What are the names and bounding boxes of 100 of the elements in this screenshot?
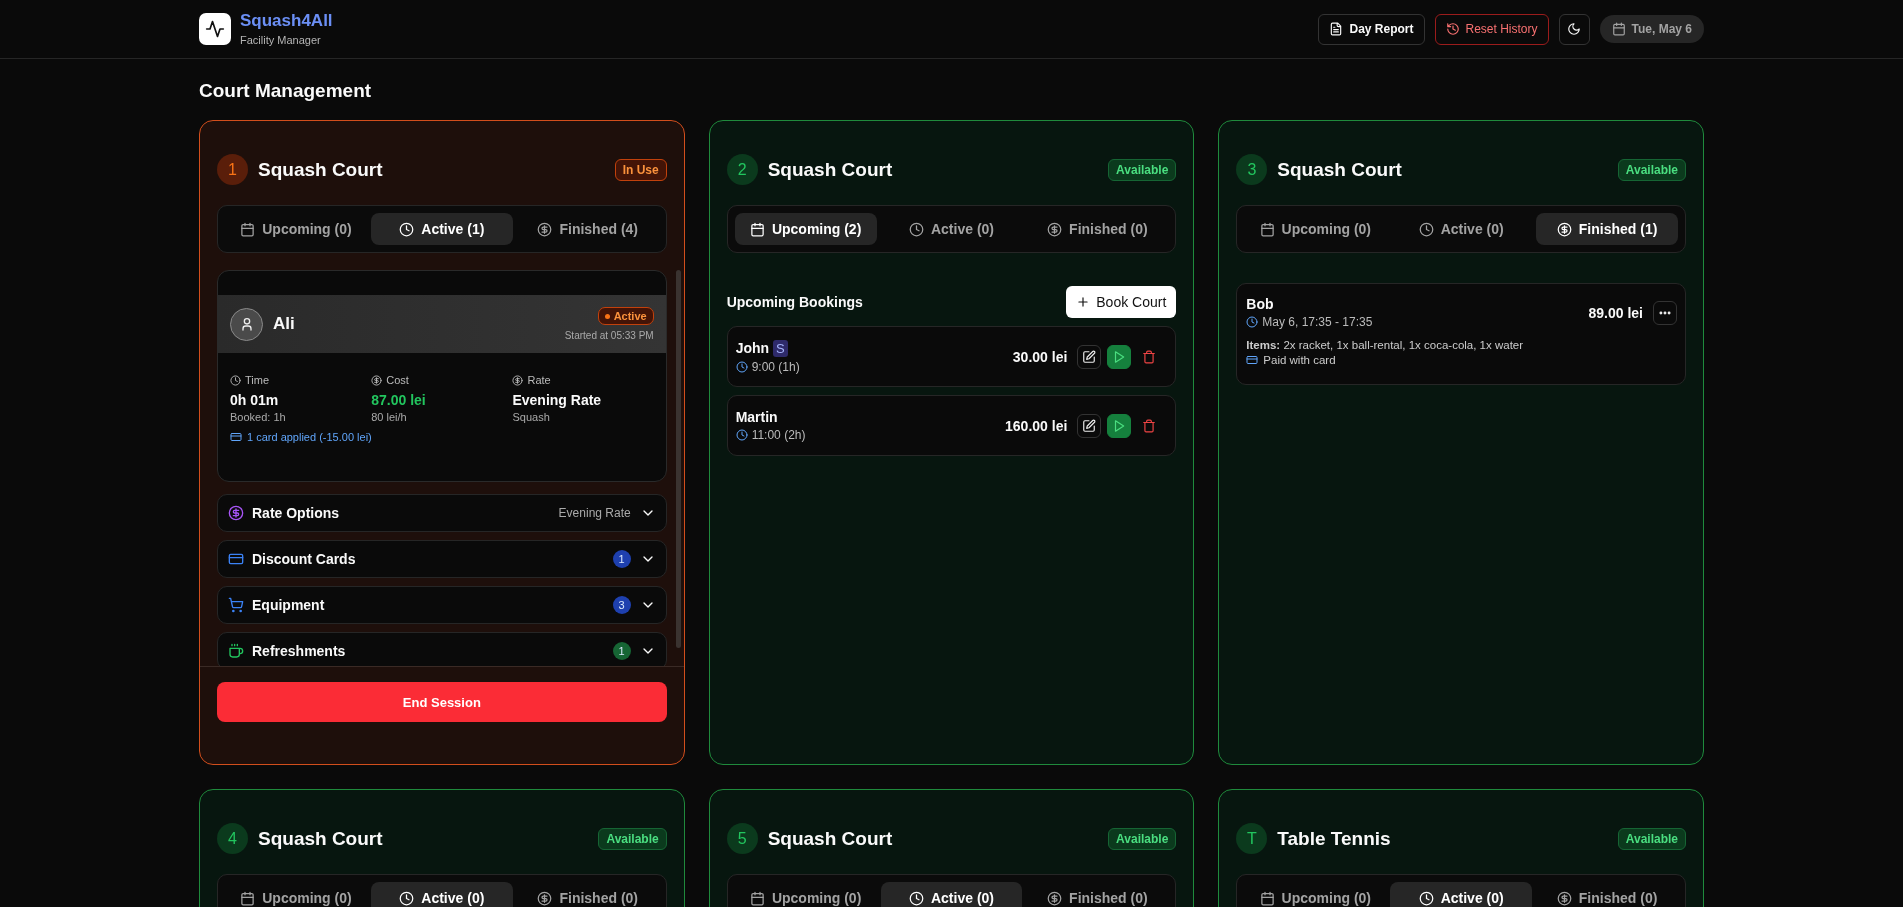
booking-price: 30.00 lei (1012, 348, 1068, 365)
court-number: 2 (726, 154, 758, 185)
section-value: Evening Rate (558, 506, 631, 520)
play-icon (1112, 349, 1127, 364)
dollar-icon (512, 374, 524, 386)
status-badge: Available (1108, 827, 1177, 850)
items-list: Items: 2x racket, 1x ball-rental, 1x coca-cola, 1x water (1246, 339, 1677, 351)
trash-icon (1142, 349, 1157, 364)
tab[interactable]: Upcoming (0) (1244, 882, 1387, 907)
accordion-row[interactable]: Refreshments 1 (217, 632, 667, 666)
trash-icon (1142, 418, 1157, 433)
clock-icon (1246, 316, 1259, 328)
scrollbar-thumb[interactable] (675, 270, 681, 648)
payment-method: Paid with card (1263, 354, 1336, 366)
tab[interactable]: Upcoming (0) (734, 882, 877, 907)
dollar-icon (1047, 890, 1063, 906)
end-session-button[interactable]: End Session (217, 682, 667, 722)
edit-icon (1082, 418, 1097, 433)
history-icon (1445, 22, 1460, 36)
booking-name: John (735, 340, 770, 356)
booking-price: 160.00 lei (1005, 417, 1068, 434)
tab[interactable]: Active (0) (370, 882, 513, 907)
court-number: 3 (1236, 154, 1268, 185)
dollar-icon (1556, 890, 1572, 906)
count-badge: 1 (612, 642, 631, 660)
dollar-icon (537, 890, 553, 906)
status-badge: Available (1617, 827, 1686, 850)
tab[interactable]: Finished (1) (1536, 213, 1678, 245)
court-number: 4 (217, 823, 248, 854)
section-title: Rate Options (252, 505, 340, 521)
dollar-icon (371, 374, 383, 386)
section-title: Equipment (252, 597, 325, 613)
theme-toggle-button[interactable] (1558, 13, 1590, 45)
count-badge: 3 (612, 596, 631, 614)
status-badge: Available (1108, 158, 1177, 181)
credit-card-icon (1246, 354, 1259, 366)
accordion-row[interactable]: Discount Cards 1 (217, 540, 667, 578)
start-button[interactable] (1107, 413, 1132, 438)
accordion-row[interactable]: Equipment 3 (217, 586, 667, 624)
edit-button[interactable] (1077, 344, 1102, 369)
calendar-icon (749, 221, 765, 237)
start-button[interactable] (1107, 344, 1132, 369)
dollar-icon (537, 221, 553, 237)
calendar-icon (240, 890, 256, 906)
book-court-button[interactable]: Book Court (1066, 286, 1177, 318)
start-time: Started at 05:33 PM (564, 330, 654, 341)
tab[interactable]: Finished (0) (1536, 882, 1678, 907)
clock-icon (230, 374, 241, 386)
player-name: Bob (1246, 296, 1275, 312)
status-badge: Available (598, 827, 667, 850)
calendar-icon (1259, 890, 1275, 906)
session-time: May 6, 17:35 - 17:35 (1262, 315, 1373, 329)
active-badge: Active (597, 307, 654, 325)
booking-tag: S (773, 339, 788, 357)
court-number: T (1236, 823, 1268, 854)
court-number: 5 (726, 823, 758, 854)
clock-icon (1418, 890, 1434, 906)
edit-icon (1082, 349, 1097, 364)
tab[interactable]: Active (0) (1390, 213, 1533, 245)
dollar-icon (1047, 221, 1063, 237)
court-number: 1 (217, 154, 248, 185)
booking-time: 11:00 (2h) (751, 428, 806, 442)
tab[interactable]: Finished (0) (516, 882, 659, 907)
tab[interactable]: Active (0) (1390, 882, 1533, 907)
more-button[interactable] (1653, 300, 1677, 325)
tab[interactable]: Upcoming (2) (734, 213, 877, 245)
edit-button[interactable] (1077, 413, 1102, 438)
section-title: Refreshments (252, 643, 346, 659)
stat-label: Rate (527, 374, 551, 386)
accordion-row[interactable]: Rate Options Evening Rate (217, 494, 667, 532)
booking-time: 9:00 (1h) (751, 359, 800, 374)
session-price: 89.00 lei (1588, 304, 1643, 321)
tab[interactable]: Active (0) (880, 213, 1023, 245)
clock-icon (399, 890, 415, 906)
reset-history-button[interactable]: Reset History (1434, 13, 1549, 45)
clock-icon (908, 890, 924, 906)
stat-label: Cost (386, 374, 409, 386)
stat-value: Evening Rate (512, 392, 603, 408)
tab[interactable]: Active (0) (880, 882, 1023, 907)
tab[interactable]: Finished (0) (1026, 213, 1169, 245)
tab[interactable]: Finished (0) (1026, 882, 1169, 907)
stat-note: Booked: 1h (230, 411, 287, 423)
tab[interactable]: Finished (4) (516, 213, 659, 245)
page-title: Court Management (199, 79, 373, 103)
stat-note: 80 lei/h (371, 411, 408, 423)
count-badge: 1 (612, 550, 631, 568)
tab[interactable]: Upcoming (0) (1244, 213, 1387, 245)
status-badge: In Use (614, 158, 667, 181)
discount-note: 1 card applied (-15.00 lei) (247, 431, 372, 443)
tab[interactable]: Upcoming (0) (225, 882, 367, 907)
app-subtitle: Facility Manager (240, 33, 322, 47)
moon-icon (1567, 22, 1582, 36)
document-icon (1329, 22, 1344, 36)
day-report-button[interactable]: Day Report (1318, 13, 1425, 45)
credit-card-icon (230, 431, 242, 443)
tab[interactable]: Upcoming (0) (225, 213, 367, 245)
app-title: Squash4All (240, 11, 333, 31)
clock-icon (399, 221, 415, 237)
tab[interactable]: Active (1) (370, 213, 513, 245)
calendar-icon (1259, 221, 1275, 237)
